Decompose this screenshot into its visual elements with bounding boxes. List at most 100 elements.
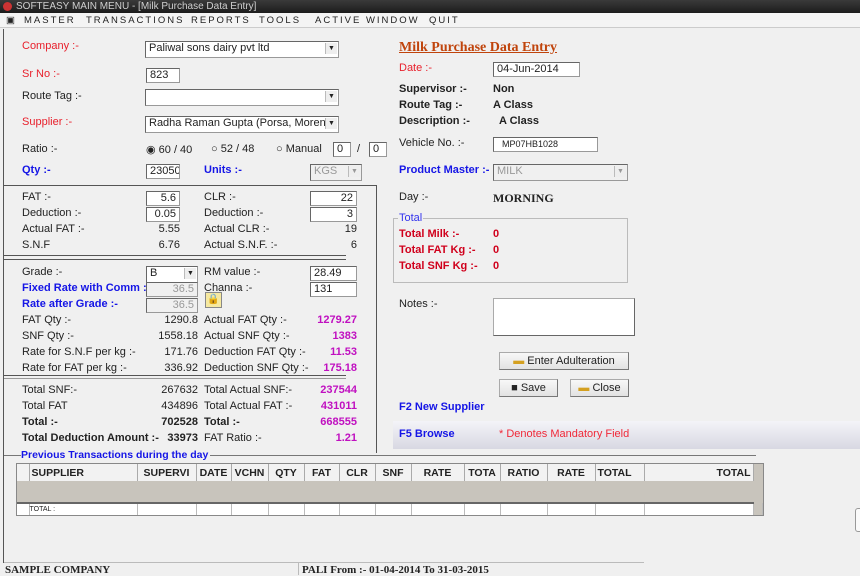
actual-snf-qty-label: Actual SNF Qty :- [204, 330, 290, 342]
col-supplier[interactable]: SUPPLIER [29, 464, 138, 481]
divider [298, 563, 299, 575]
col-rate[interactable]: RATE [411, 464, 465, 481]
total-actual-snf-label: Total Actual SNF:- [204, 384, 293, 396]
units-select[interactable]: KGS ▼ [310, 164, 362, 181]
srno-input[interactable]: 823 [146, 68, 180, 83]
chevron-down-icon: ▼ [348, 166, 360, 177]
ratio-52-48-radio[interactable]: ○ 52 / 48 [211, 143, 254, 155]
mdi-icon[interactable]: ▣ [6, 13, 15, 28]
ratio-manual-radio[interactable]: ○ Manual [276, 143, 322, 155]
divider [4, 259, 346, 260]
rate-fat-label: Rate for FAT per kg :- [22, 362, 127, 374]
col-tota[interactable]: TOTA [464, 464, 501, 481]
close-button[interactable]: ▬ Close [570, 379, 629, 397]
total-actual-fat-label: Total Actual FAT :- [204, 400, 293, 412]
qty-label: Qty :- [22, 164, 51, 176]
deduction-fat-qty-value: 11.53 [330, 346, 357, 358]
route-tag-value: A Class [493, 99, 533, 111]
divider [4, 562, 644, 563]
menu-transactions[interactable]: TRANSACTIONS [86, 13, 184, 28]
menu-reports[interactable]: REPORTS [191, 13, 251, 28]
col-ratio[interactable]: RATIO [500, 464, 548, 481]
notes-textarea[interactable] [493, 298, 635, 336]
description-label: Description :- [399, 115, 470, 127]
total-fat-label: Total FAT [22, 400, 68, 412]
menu-tools[interactable]: TOOLS [259, 13, 301, 28]
qty-input[interactable]: 23050 [146, 164, 180, 179]
chevron-down-icon: ▼ [184, 268, 196, 279]
manual-ratio-b[interactable]: 0 [369, 142, 387, 157]
fat-label: FAT :- [22, 191, 51, 203]
f5-browse-link[interactable]: F5 Browse [399, 428, 455, 440]
rate-after-grade-input[interactable]: 36.5 [146, 298, 198, 313]
manual-ratio-a[interactable]: 0 [333, 142, 351, 157]
route-tag-select[interactable]: ▼ [145, 89, 339, 106]
ratio-60-40-radio[interactable]: ◉ 60 / 40 [146, 143, 192, 156]
totals-legend: Total [398, 212, 424, 224]
total-snf-kg-label: Total SNF Kg :- [399, 260, 478, 272]
actual-clr-value: 19 [344, 223, 357, 235]
vehicle-input[interactable]: MP07HB1028 [493, 137, 598, 152]
enter-adulteration-button[interactable]: ▬ Enter Adulteration [499, 352, 629, 370]
fat-input[interactable]: 5.6 [146, 191, 180, 206]
total-deduction-value: 33973 [167, 432, 198, 444]
menu-active-window[interactable]: ACTIVE WINDOW [315, 13, 420, 28]
status-company: SAMPLE COMPANY [5, 564, 111, 576]
col-qty[interactable]: QTY [268, 464, 305, 481]
divider [376, 185, 377, 453]
col-fat[interactable]: FAT [304, 464, 340, 481]
clr-deduction-input[interactable]: 3 [310, 207, 357, 222]
col-clr[interactable]: CLR [339, 464, 376, 481]
save-button[interactable]: ■ Save [499, 379, 558, 397]
total-fat-kg-label: Total FAT Kg :- [399, 244, 476, 256]
supplier-select[interactable]: Radha Raman Gupta (Porsa, Morena ▼ [145, 116, 339, 133]
folder-icon: ▬ [578, 382, 590, 394]
snf-value: 6.76 [158, 239, 180, 251]
fat-deduction-label: Deduction :- [22, 207, 82, 219]
chevron-down-icon: ▼ [325, 118, 337, 129]
rate-snf-value: 171.76 [164, 346, 198, 358]
col-snf[interactable]: SNF [375, 464, 412, 481]
lock-icon[interactable]: 🔒 [205, 292, 222, 308]
total-actual-label: Total :- [204, 416, 240, 428]
day-value: MORNING [493, 191, 554, 205]
ratio-separator: / [357, 143, 361, 155]
frame-border [3, 29, 4, 563]
actual-snf-label: Actual S.N.F. :- [204, 239, 278, 251]
transactions-grid[interactable]: SUPPLIER SUPERVI DATE VCHN QTY FAT CLR S… [16, 463, 764, 516]
fat-qty-value: 1290.8 [164, 314, 198, 326]
deduction-snf-qty-value: 175.18 [323, 362, 357, 374]
channa-input[interactable]: 131 [310, 282, 357, 297]
fixed-rate-input[interactable]: 36.5 [146, 282, 198, 297]
divider [4, 255, 346, 256]
grade-select[interactable]: B ▼ [146, 266, 198, 283]
col-vchn[interactable]: VCHN [231, 464, 269, 481]
fat-deduction-input[interactable]: 0.05 [146, 207, 180, 222]
product-master-select[interactable]: MILK ▼ [493, 164, 628, 181]
actual-fat-label: Actual FAT :- [22, 223, 85, 235]
col-total-2[interactable]: TOTAL [644, 464, 754, 481]
col-total[interactable]: TOTAL [595, 464, 645, 481]
divider [4, 375, 346, 376]
page-title: Milk Purchase Data Entry [399, 40, 558, 55]
col-date[interactable]: DATE [196, 464, 232, 481]
f2-new-supplier-link[interactable]: F2 New Supplier [399, 401, 485, 413]
company-select[interactable]: Paliwal sons dairy pvt ltd ▼ [145, 41, 339, 58]
actual-snf-qty-value: 1383 [332, 330, 357, 342]
menu-quit[interactable]: QUIT [429, 13, 460, 28]
grid-total-label: TOTAL : [29, 502, 138, 515]
col-supervisor[interactable]: SUPERVI [137, 464, 197, 481]
scroll-handle[interactable] [855, 508, 860, 532]
menu-master[interactable]: MASTER [24, 13, 76, 28]
rm-value-input[interactable]: 28.49 [310, 266, 357, 281]
srno-label: Sr No :- [22, 68, 60, 80]
grade-label: Grade :- [22, 266, 63, 278]
clr-input[interactable]: 22 [310, 191, 357, 206]
row-selector-header[interactable] [17, 464, 30, 481]
date-input[interactable]: 04-Jun-2014 [493, 62, 580, 77]
actual-clr-label: Actual CLR :- [204, 223, 270, 235]
col-rate-2[interactable]: RATE [547, 464, 596, 481]
total-milk-label: Total Milk :- [399, 228, 460, 240]
deduction-fat-qty-label: Deduction FAT Qty :- [204, 346, 306, 358]
floppy-icon: ■ [511, 382, 518, 394]
